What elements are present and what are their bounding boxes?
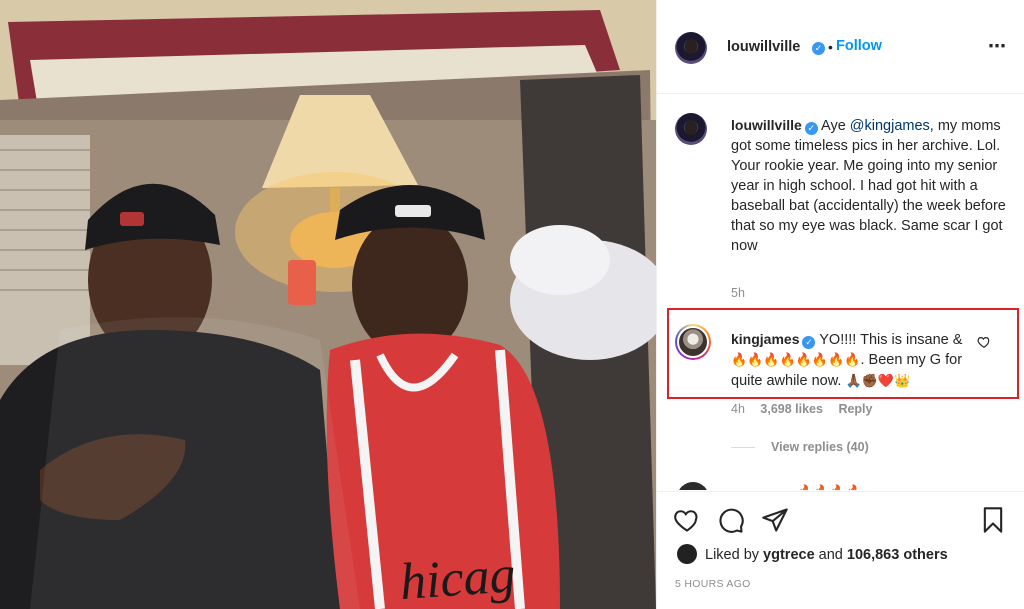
caption-text-before: Aye (821, 118, 850, 134)
comment-icon[interactable] (717, 506, 745, 534)
comment-meta: 4h 3,698 likes Reply (731, 402, 872, 416)
verified-badge-icon: ✓ (812, 42, 825, 55)
more-options-icon[interactable]: ⋯ (988, 36, 1007, 57)
post-timestamp[interactable]: 5 HOURS AGO (675, 578, 751, 590)
post-photo-image: hicag (0, 0, 656, 609)
comment-time[interactable]: 4h (731, 402, 745, 416)
view-replies-label: View replies (40) (771, 440, 869, 454)
likes-prefix: Liked by (705, 547, 764, 563)
replies-divider (731, 447, 755, 449)
likes-count-button[interactable]: 106,863 others (847, 547, 948, 563)
commenter-avatar[interactable] (675, 324, 711, 360)
share-icon[interactable] (761, 506, 789, 534)
caption-text: louwillville ✓ Aye @kingjames, my moms go… (731, 115, 1006, 256)
caption-text-after: , my moms got some timeless pics in her … (731, 118, 1006, 254)
comment-text-start: YO!!!! This is insane & (819, 332, 963, 348)
comment-text: kingjames ✓ YO!!!! This is insane & 🔥🔥🔥🔥🔥… (731, 329, 976, 392)
heart-icon[interactable] (673, 506, 701, 534)
caption-time[interactable]: 5h (731, 286, 745, 300)
next-comment-emoji: 🔥🔥🔥🔥 (797, 485, 862, 490)
next-commenter-avatar[interactable] (677, 482, 709, 490)
comments-list[interactable]: louwillville ✓ Aye @kingjames, my moms go… (657, 95, 1024, 490)
follow-button[interactable]: Follow (836, 38, 882, 54)
fire-emoji-icon: 🔥🔥🔥🔥🔥🔥🔥🔥 (731, 353, 861, 368)
post-photo[interactable]: hicag (0, 0, 656, 609)
comment-likes-count[interactable]: 3,698 likes (760, 402, 823, 416)
reaction-emoji-icon: 🙏🏾✊🏾❤️👑 (845, 374, 911, 389)
comment-reply-button[interactable]: Reply (838, 402, 872, 416)
author-avatar[interactable] (675, 32, 707, 64)
comment-username[interactable]: kingjames (731, 331, 799, 347)
likes-summary: Liked by ygtrece and 106,863 others (705, 547, 948, 563)
header-separator: • (828, 39, 833, 55)
comment-like-heart-icon[interactable] (977, 335, 991, 349)
post-side-panel: louwillville ✓ • Follow ⋯ louwillville ✓ … (656, 0, 1024, 609)
verified-badge-icon: ✓ (804, 122, 818, 135)
liker-username[interactable]: ygtrece (763, 547, 815, 563)
likes-middle: and (814, 547, 847, 563)
verified-badge-icon: ✓ (802, 336, 816, 349)
caption-mention-link[interactable]: @kingjames (850, 118, 930, 134)
svg-text:hicag: hicag (398, 546, 517, 609)
caption-author-avatar[interactable] (675, 113, 707, 145)
author-username[interactable]: louwillville (727, 39, 800, 55)
post-header: louwillville ✓ • Follow ⋯ (657, 0, 1024, 94)
liker-avatar[interactable] (677, 544, 697, 564)
bookmark-icon[interactable] (979, 506, 1007, 534)
next-comment-partial: 🔥🔥🔥🔥 (731, 483, 862, 490)
post-actions-section: Liked by ygtrece and 106,863 others 5 HO… (657, 491, 1024, 609)
view-replies-button[interactable]: View replies (40) (731, 440, 869, 454)
caption-username[interactable]: louwillville (731, 117, 802, 133)
